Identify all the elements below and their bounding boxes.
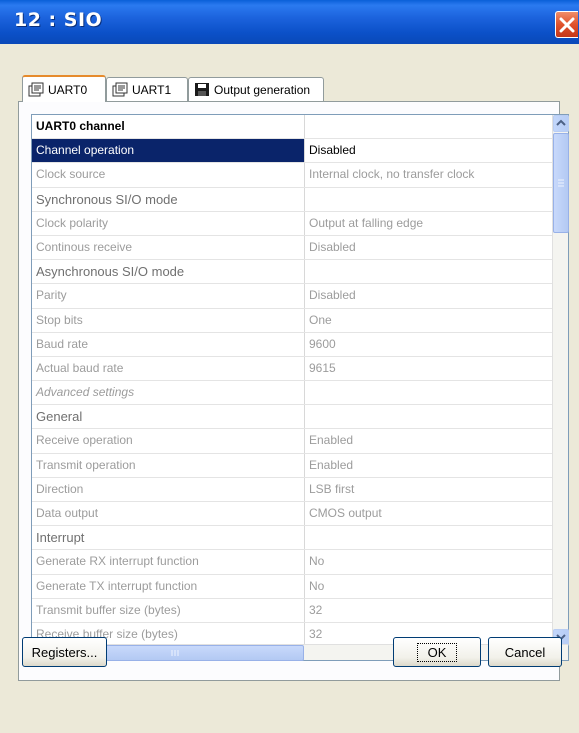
property-rows: UART0 channel Channel operation Disabled Cl… — [32, 115, 553, 648]
property-value[interactable]: Internal clock, no transfer clock — [305, 163, 553, 186]
grid-property-row[interactable]: Clock polarity Output at falling edge — [32, 211, 553, 236]
property-name: Parity — [32, 284, 305, 308]
property-value[interactable]: Disabled — [305, 236, 553, 259]
property-value — [305, 381, 553, 404]
property-name: Transmit operation — [32, 453, 305, 477]
property-name: Transmit buffer size (bytes) — [32, 598, 305, 622]
vertical-scroll-thumb[interactable] — [553, 133, 569, 233]
property-value[interactable]: No — [305, 550, 553, 573]
cancel-button-label: Cancel — [504, 644, 546, 660]
floppy-disk-icon — [194, 82, 210, 97]
property-name: Stop bits — [32, 308, 305, 332]
property-name: Receive operation — [32, 429, 305, 453]
property-value[interactable]: Enabled — [305, 429, 553, 452]
grid-property-row[interactable]: Generate RX interrupt function No — [32, 550, 553, 575]
grid-category-row[interactable]: Interrupt — [32, 526, 553, 551]
property-name: Clock polarity — [32, 211, 305, 235]
property-value[interactable]: Enabled — [305, 454, 553, 477]
property-value — [305, 188, 553, 211]
property-value[interactable]: LSB first — [305, 478, 553, 501]
grid-category-row[interactable]: General — [32, 405, 553, 430]
registers-button-label: Registers... — [31, 644, 98, 660]
tab-label: UART1 — [132, 82, 172, 97]
grid-category-row[interactable]: Synchronous SI/O mode — [32, 187, 553, 212]
property-value[interactable]: One — [305, 309, 553, 332]
grid-property-row[interactable]: Baud rate 9600 — [32, 332, 553, 357]
grid-property-row[interactable]: Parity Disabled — [32, 284, 553, 309]
property-name: UART0 channel — [32, 115, 305, 139]
cancel-button[interactable]: Cancel — [488, 637, 562, 667]
property-grid[interactable]: UART0 channel Channel operation Disabled Cl… — [31, 114, 569, 661]
ok-button-label: OK — [416, 642, 458, 662]
property-name: Continous receive — [32, 235, 305, 260]
property-sheet-icon — [28, 82, 44, 97]
property-value[interactable]: 32 — [305, 599, 553, 622]
dialog-body: UART0 UART1 Output generation UART0 chan… — [0, 44, 579, 733]
chevron-up-icon — [556, 119, 566, 126]
grid-property-row[interactable]: Continous receive Disabled — [32, 235, 553, 261]
grip-icon — [558, 179, 564, 187]
grid-property-row[interactable]: Transmit buffer size (bytes) 32 — [32, 598, 553, 623]
scroll-up-button[interactable] — [553, 115, 569, 132]
property-value[interactable]: 9600 — [305, 333, 553, 356]
grid-property-row[interactable]: Receive operation Enabled — [32, 429, 553, 454]
property-value[interactable]: 9615 — [305, 357, 553, 380]
property-name: Advanced settings — [32, 381, 305, 405]
property-value[interactable]: No — [305, 575, 553, 598]
grid-property-row[interactable]: Clock source Internal clock, no transfer … — [32, 163, 553, 188]
grid-property-row[interactable]: Transmit operation Enabled — [32, 453, 553, 478]
grid-property-row[interactable]: Actual baud rate 9615 — [32, 356, 553, 382]
property-value — [305, 526, 553, 549]
property-name: Clock source — [32, 163, 305, 187]
property-name: Synchronous SI/O mode — [32, 187, 305, 211]
property-value — [305, 115, 553, 138]
window-title: 12 : SIO — [14, 9, 103, 31]
property-name: Direction — [32, 477, 305, 501]
registers-button[interactable]: Registers... — [22, 637, 107, 667]
close-button[interactable] — [555, 11, 578, 38]
property-name: Data output — [32, 502, 305, 526]
property-name: General — [32, 405, 305, 429]
property-name: Generate TX interrupt function — [32, 574, 305, 598]
ok-button[interactable]: OK — [393, 637, 481, 667]
property-value[interactable]: Disabled — [305, 139, 553, 162]
grid-category-row[interactable]: UART0 channel — [32, 115, 553, 140]
tab-uart0[interactable]: UART0 — [22, 75, 106, 102]
property-value[interactable]: Disabled — [305, 284, 553, 307]
property-name: Asynchronous SI/O mode — [32, 260, 305, 284]
property-sheet-icon — [112, 82, 128, 97]
tab-output-generation[interactable]: Output generation — [188, 77, 324, 101]
property-value[interactable]: Output at falling edge — [305, 212, 553, 235]
grid-property-row[interactable]: Advanced settings — [32, 381, 553, 406]
vertical-scrollbar[interactable] — [552, 115, 569, 646]
tab-label: Output generation — [214, 82, 311, 97]
tab-uart1[interactable]: UART1 — [106, 77, 188, 101]
property-value — [305, 405, 553, 428]
property-name: Channel operation — [32, 139, 305, 163]
property-name: Generate RX interrupt function — [32, 550, 305, 574]
property-name: Baud rate — [32, 332, 305, 356]
property-value — [305, 260, 553, 283]
grid-category-row[interactable]: Asynchronous SI/O mode — [32, 260, 553, 285]
close-icon — [559, 17, 575, 33]
property-name: Actual baud rate — [32, 356, 305, 381]
grid-property-row[interactable]: Channel operation Disabled — [32, 139, 553, 164]
grid-property-row[interactable]: Generate TX interrupt function No — [32, 574, 553, 599]
property-name: Interrupt — [32, 526, 305, 550]
grid-property-row[interactable]: Data output CMOS output — [32, 502, 553, 527]
title-bar[interactable]: 12 : SIO — [0, 0, 579, 44]
property-value[interactable]: CMOS output — [305, 502, 553, 525]
grid-property-row[interactable]: Stop bits One — [32, 308, 553, 333]
tab-label: UART0 — [48, 82, 88, 97]
grid-property-row[interactable]: Direction LSB first — [32, 477, 553, 502]
